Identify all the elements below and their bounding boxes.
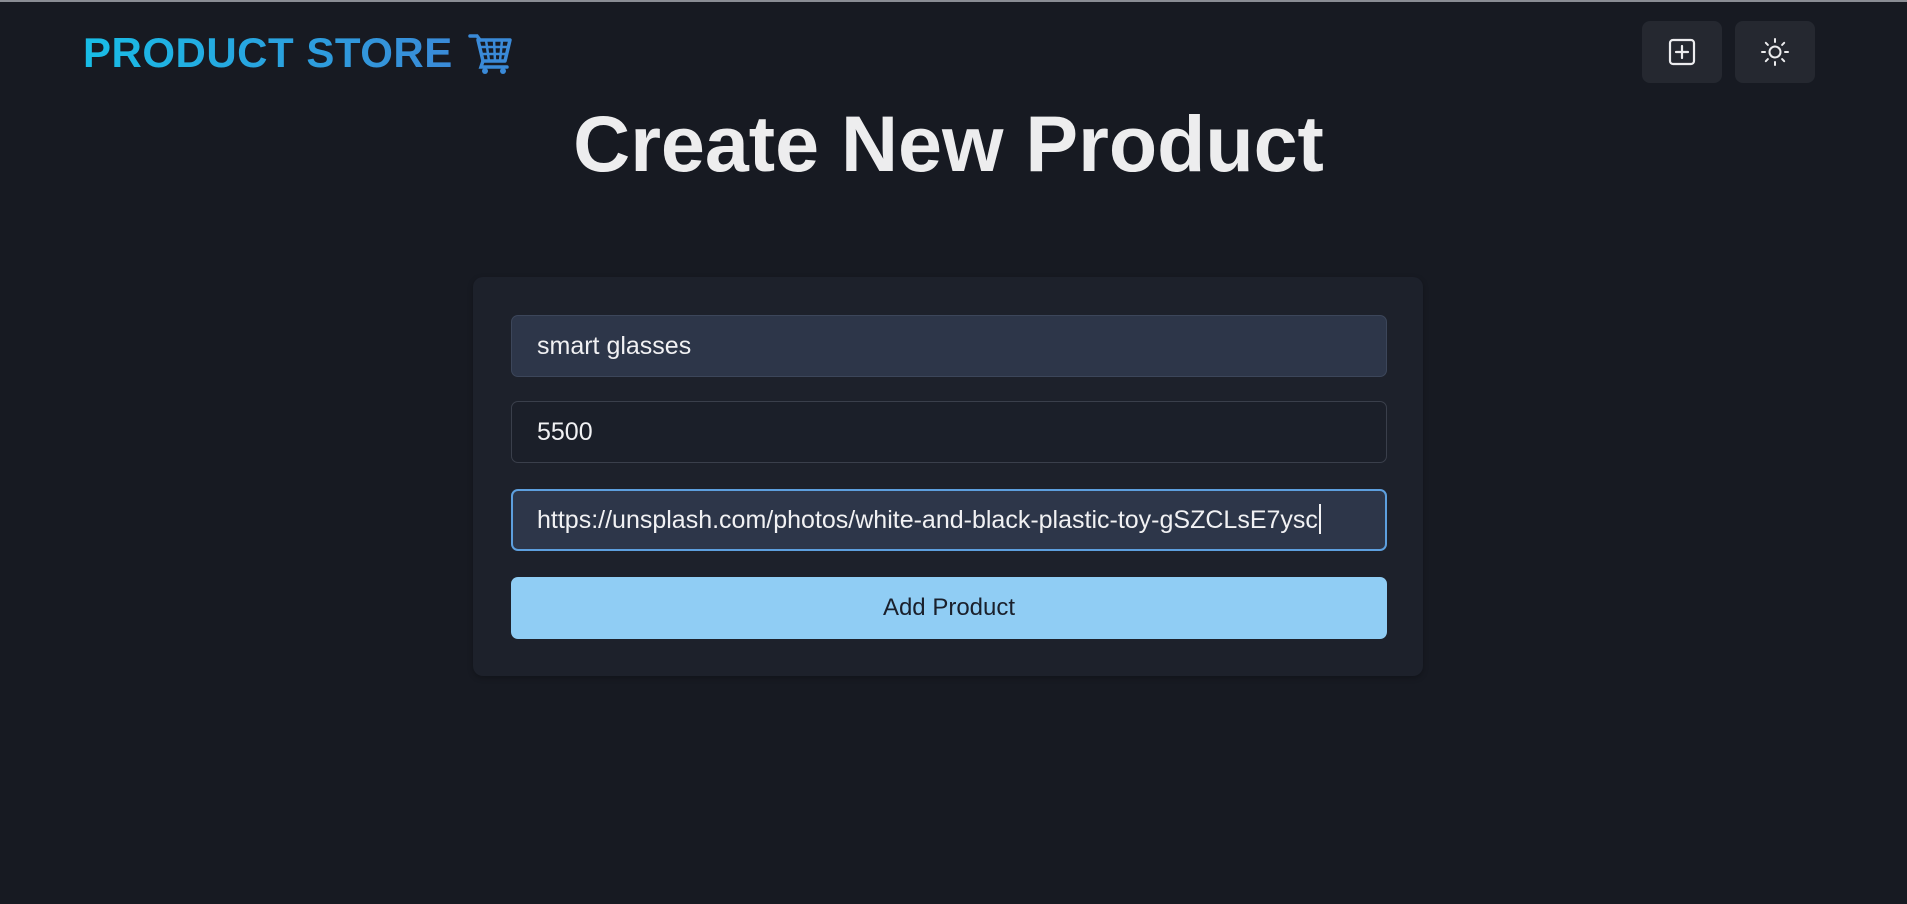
sun-icon	[1761, 38, 1789, 66]
create-product-form: smart glasses 5500 https://unsplash.com/…	[473, 277, 1423, 676]
product-price-input[interactable]: 5500	[511, 401, 1387, 463]
product-image-url-value: https://unsplash.com/photos/white-and-bl…	[537, 506, 1318, 534]
product-name-input[interactable]: smart glasses	[511, 315, 1387, 377]
shopping-cart-icon	[468, 34, 512, 74]
plus-square-icon	[1668, 38, 1696, 66]
nav-actions	[1642, 21, 1815, 83]
product-price-value: 5500	[537, 418, 593, 446]
text-caret	[1318, 504, 1321, 535]
brand-link[interactable]: PRODUCT STORE	[83, 28, 513, 78]
create-product-button[interactable]	[1642, 21, 1722, 83]
theme-toggle-button[interactable]	[1735, 21, 1815, 83]
product-image-url-input[interactable]: https://unsplash.com/photos/white-and-bl…	[511, 489, 1387, 551]
product-name-value: smart glasses	[537, 332, 692, 360]
add-product-button[interactable]: Add Product	[511, 577, 1387, 639]
page-title: Create New Product	[573, 99, 1324, 188]
navbar: PRODUCT STORE	[0, 0, 1907, 104]
brand-title: PRODUCT STORE	[83, 29, 453, 76]
